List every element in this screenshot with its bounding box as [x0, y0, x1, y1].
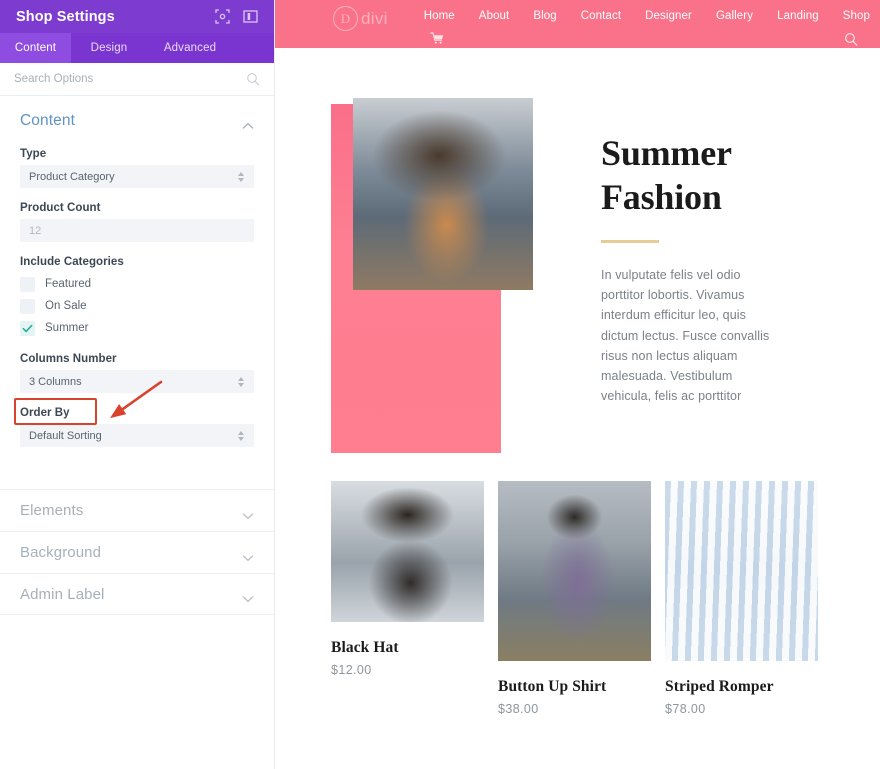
product-image[interactable] [665, 481, 818, 661]
field-include-categories-label: Include Categories [20, 256, 124, 268]
nav-item-contact[interactable]: Contact [581, 10, 621, 22]
field-columns-number-label: Columns Number [20, 353, 117, 365]
logo-text: divi [361, 8, 388, 28]
nav-item-blog[interactable]: Blog [533, 10, 556, 22]
search-input[interactable] [14, 73, 246, 85]
type-select-value: Product Category [29, 170, 115, 183]
tab-content[interactable]: Content [0, 33, 71, 63]
order-by-select[interactable]: Default Sorting [20, 424, 254, 447]
shop-product-grid: Black Hat $12.00 Button Up Shirt $38.00 … [275, 460, 875, 716]
field-include-categories: Include Categories Featured On Sale Summ… [20, 256, 254, 339]
nav-item-about[interactable]: About [479, 10, 510, 22]
columns-number-value: 3 Columns [29, 375, 82, 388]
divi-builder-screen: Shop Settings Content Design Advanced Se… [0, 0, 880, 769]
product-count-value: 12 [29, 224, 42, 237]
chevron-down-icon[interactable] [242, 590, 254, 603]
site-nav-menu: Home About Blog Contact Designer Gallery… [424, 10, 870, 22]
panel-header-icons [215, 9, 258, 24]
hero-heading: Summer Fashion [601, 132, 782, 220]
logo-mark-icon: D [333, 6, 358, 31]
product-image[interactable] [498, 481, 651, 661]
field-type: Type Product Category [20, 148, 254, 188]
site-navbar: D divi Home About Blog Contact Designer … [275, 0, 880, 48]
field-columns-number: Columns Number 3 Columns [20, 353, 254, 393]
checkbox-row-featured[interactable]: Featured [20, 273, 254, 295]
product-card[interactable]: Button Up Shirt $38.00 [498, 481, 651, 716]
nav-item-home[interactable]: Home [424, 10, 455, 22]
product-count-input[interactable]: 12 [20, 219, 254, 242]
product-title[interactable]: Striped Romper [665, 678, 818, 696]
section-background[interactable]: Background [0, 531, 274, 573]
checkbox-summer[interactable] [20, 320, 35, 336]
include-categories-checkgroup: Featured On Sale Summer [20, 273, 254, 339]
shop-settings-panel: Shop Settings Content Design Advanced Se… [0, 0, 275, 769]
panel-layout-icon[interactable] [243, 9, 258, 24]
content-section-header[interactable]: Content [20, 112, 254, 130]
order-by-value: Default Sorting [29, 429, 102, 442]
hero-body-text: In vulputate felis vel odio porttitor lo… [601, 267, 770, 404]
section-admin-label-label: Admin Label [20, 585, 105, 603]
product-title[interactable]: Black Hat [331, 639, 484, 657]
content-section: Content Type Product Category Product Co… [0, 96, 274, 467]
hero-section: Summer Fashion In vulputate felis vel od… [275, 48, 880, 463]
settings-tabs: Content Design Advanced [0, 33, 274, 63]
nav-item-designer[interactable]: Designer [645, 10, 692, 22]
product-card[interactable]: Black Hat $12.00 [331, 481, 484, 716]
panel-header: Shop Settings [0, 0, 274, 33]
product-price: $12.00 [331, 663, 372, 677]
nav-item-landing[interactable]: Landing [777, 10, 819, 22]
section-background-label: Background [20, 544, 102, 561]
checkbox-row-summer[interactable]: Summer [20, 317, 254, 339]
hero-text-card: Summer Fashion In vulputate felis vel od… [565, 96, 818, 453]
field-type-label: Type [20, 148, 47, 160]
panel-title: Shop Settings [16, 8, 115, 25]
nav-item-gallery[interactable]: Gallery [716, 10, 753, 22]
field-order-by: Order By Default Sorting [20, 407, 254, 447]
checkbox-row-on-sale[interactable]: On Sale [20, 295, 254, 317]
type-select[interactable]: Product Category [20, 165, 254, 188]
field-order-by-label: Order By [20, 407, 70, 419]
chevron-down-icon[interactable] [242, 549, 254, 561]
content-section-title: Content [20, 112, 75, 129]
site-preview: D divi Home About Blog Contact Designer … [275, 0, 880, 769]
checkbox-on-sale[interactable] [20, 298, 35, 314]
checkbox-label-featured: Featured [45, 278, 92, 290]
select-spinner-icon [236, 429, 245, 442]
columns-number-select[interactable]: 3 Columns [20, 370, 254, 393]
tab-design[interactable]: Design [71, 33, 147, 63]
section-admin-label[interactable]: Admin Label [0, 573, 274, 615]
hero-heading-line1: Summer [601, 133, 732, 173]
collapsed-sections: Elements Background Admin Label [0, 489, 274, 615]
product-card[interactable]: Striped Romper $78.00 [665, 481, 818, 716]
product-price: $38.00 [498, 702, 539, 716]
product-title[interactable]: Button Up Shirt [498, 678, 651, 696]
select-spinner-icon [236, 170, 245, 183]
search-options-bar[interactable] [0, 63, 274, 96]
checkbox-label-on-sale: On Sale [45, 300, 87, 312]
hero-divider [601, 239, 659, 243]
product-image[interactable] [331, 481, 484, 622]
hero-heading-line2: Fashion [601, 176, 722, 217]
search-icon[interactable] [844, 32, 858, 46]
section-elements-label: Elements [20, 502, 84, 519]
cart-icon[interactable] [430, 32, 444, 45]
chevron-up-icon[interactable] [242, 117, 254, 129]
product-price: $78.00 [665, 702, 706, 716]
chevron-down-icon[interactable] [242, 507, 254, 519]
tab-advanced[interactable]: Advanced [147, 33, 233, 63]
checkbox-featured[interactable] [20, 276, 35, 292]
site-logo[interactable]: D divi [333, 6, 388, 31]
field-product-count: Product Count 12 [20, 202, 254, 242]
search-icon[interactable] [246, 72, 260, 86]
select-spinner-icon [236, 375, 245, 388]
fullscreen-icon[interactable] [215, 9, 230, 24]
hero-photo [353, 98, 533, 290]
panel-body: Content Type Product Category Product Co… [0, 96, 274, 769]
checkbox-label-summer: Summer [45, 322, 89, 334]
nav-item-shop[interactable]: Shop [843, 10, 870, 22]
section-elements[interactable]: Elements [0, 489, 274, 531]
field-product-count-label: Product Count [20, 202, 101, 214]
